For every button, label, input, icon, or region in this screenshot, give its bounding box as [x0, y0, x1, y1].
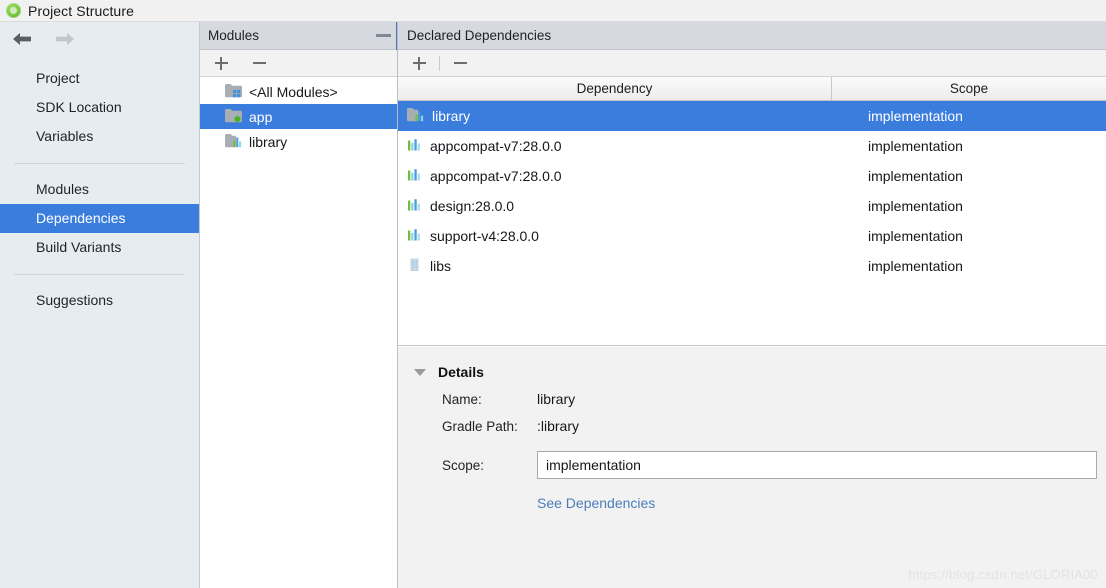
- dialog-body: Project SDK Location Variables Modules D…: [0, 21, 1106, 588]
- dependencies-toolbar: [398, 50, 1106, 77]
- dependency-name: library: [432, 108, 471, 124]
- sidebar-divider: [14, 163, 185, 164]
- artifact-library-icon: [407, 137, 422, 155]
- dependency-name: support-v4:28.0.0: [430, 228, 539, 244]
- dependency-name: appcompat-v7:28.0.0: [430, 138, 562, 154]
- table-row[interactable]: appcompat-v7:28.0.0 implementation: [398, 131, 1106, 161]
- chevron-down-icon[interactable]: [414, 368, 426, 376]
- detail-value-gradle-path: :library: [537, 418, 580, 434]
- library-module-icon: [407, 107, 424, 125]
- table-row[interactable]: support-v4:28.0.0 implementation: [398, 221, 1106, 251]
- sidebar-item-project[interactable]: Project: [0, 64, 199, 93]
- dependencies-table-body: library implementation appcompat-v7:28.0…: [398, 101, 1106, 281]
- module-item-label: app: [249, 108, 273, 125]
- dependencies-table-empty-area: [398, 281, 1106, 346]
- module-item-library[interactable]: library: [200, 129, 397, 154]
- remove-module-button[interactable]: [248, 52, 270, 74]
- module-item-label: <All Modules>: [249, 83, 338, 100]
- sidebar: Project SDK Location Variables Modules D…: [0, 22, 200, 588]
- toolbar-divider: [439, 55, 440, 71]
- sidebar-item-sdk-location[interactable]: SDK Location: [0, 93, 199, 122]
- see-dependencies-link[interactable]: See Dependencies: [537, 495, 655, 511]
- window-titlebar: Project Structure: [0, 0, 1106, 22]
- detail-row-scope: Scope:: [398, 451, 1106, 479]
- dependency-name: design:28.0.0: [430, 198, 515, 214]
- module-item-all-modules[interactable]: <All Modules>: [200, 79, 397, 104]
- window-title: Project Structure: [28, 2, 134, 19]
- dependencies-panel-header: Declared Dependencies: [398, 22, 1106, 50]
- detail-row-gradle-path: Gradle Path: :library: [398, 418, 1106, 434]
- sidebar-item-dependencies[interactable]: Dependencies: [0, 204, 199, 233]
- details-title: Details: [438, 364, 484, 380]
- details-header[interactable]: Details: [398, 347, 1106, 380]
- add-module-button[interactable]: [210, 52, 232, 74]
- column-header-dependency[interactable]: Dependency: [398, 77, 832, 100]
- library-module-icon: [225, 133, 242, 151]
- add-dependency-button[interactable]: [408, 52, 430, 74]
- remove-dependency-button[interactable]: [449, 52, 471, 74]
- dependency-name: appcompat-v7:28.0.0: [430, 168, 562, 184]
- sidebar-item-variables[interactable]: Variables: [0, 122, 199, 151]
- dependencies-panel: Declared Dependencies Dependency Scope l…: [398, 22, 1106, 588]
- column-header-scope[interactable]: Scope: [832, 77, 1106, 100]
- dependency-scope: implementation: [868, 108, 963, 124]
- scope-input[interactable]: [537, 451, 1097, 479]
- detail-row-name: Name: library: [398, 391, 1106, 407]
- module-item-app[interactable]: app: [200, 104, 397, 129]
- artifact-library-icon: [407, 197, 422, 215]
- detail-label-name: Name:: [442, 391, 482, 407]
- table-row[interactable]: design:28.0.0 implementation: [398, 191, 1106, 221]
- table-row[interactable]: appcompat-v7:28.0.0 implementation: [398, 161, 1106, 191]
- dependency-scope: implementation: [868, 258, 963, 274]
- dependency-scope: implementation: [868, 138, 963, 154]
- modules-panel-header: Modules: [200, 21, 397, 50]
- collapse-icon[interactable]: [369, 21, 397, 50]
- module-item-label: library: [249, 133, 288, 150]
- dependency-scope: implementation: [868, 198, 963, 214]
- detail-label-scope: Scope:: [442, 457, 485, 473]
- sidebar-item-suggestions[interactable]: Suggestions: [0, 286, 199, 315]
- modules-panel: Modules <All Modules> app library: [200, 21, 398, 588]
- sidebar-item-build-variants[interactable]: Build Variants: [0, 233, 199, 262]
- dependency-scope: implementation: [868, 228, 963, 244]
- table-row[interactable]: libs implementation: [398, 251, 1106, 281]
- table-row[interactable]: library implementation: [398, 101, 1106, 131]
- sidebar-divider: [14, 274, 185, 275]
- all-modules-folder-icon: [225, 83, 242, 101]
- app-module-folder-icon: [225, 108, 242, 126]
- modules-toolbar: [200, 50, 397, 77]
- modules-list: <All Modules> app library: [200, 77, 397, 588]
- android-studio-icon: [6, 3, 21, 18]
- modules-panel-title: Modules: [208, 28, 260, 43]
- navigation-arrows: [0, 22, 199, 56]
- detail-label-gradle-path: Gradle Path:: [442, 418, 518, 434]
- arrow-left-icon[interactable]: [10, 30, 34, 48]
- detail-value-name: library: [537, 391, 576, 407]
- dependencies-panel-title: Declared Dependencies: [407, 28, 552, 43]
- artifact-library-icon: [407, 227, 422, 245]
- dependency-scope: implementation: [868, 168, 963, 184]
- dependencies-table-header: Dependency Scope: [398, 77, 1106, 101]
- jar-folder-icon: [407, 257, 422, 275]
- sidebar-nav: Project SDK Location Variables Modules D…: [0, 56, 199, 315]
- arrow-right-icon[interactable]: [53, 30, 77, 48]
- details-section: Details Name: library Gradle Path: :libr…: [398, 346, 1106, 588]
- watermark: https://blog.csdn.net/GLORIA00: [908, 567, 1098, 582]
- artifact-library-icon: [407, 167, 422, 185]
- dependency-name: libs: [430, 258, 452, 274]
- sidebar-item-modules[interactable]: Modules: [0, 175, 199, 204]
